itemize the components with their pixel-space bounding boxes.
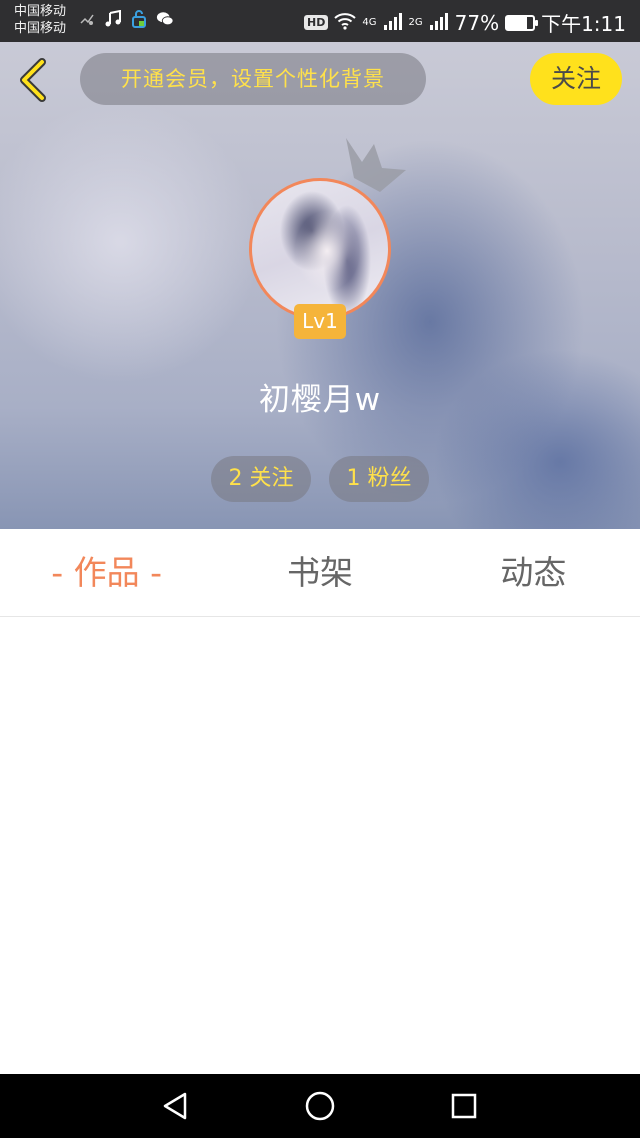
battery-percent: 77% <box>454 10 500 35</box>
carrier-label: 中国移动 <box>14 21 67 36</box>
status-bar: 中国移动 中国移动 HD 4G 2G 77% 下午1:11 <box>0 0 640 42</box>
circle-home-icon <box>305 1091 335 1121</box>
tab-activity[interactable]: 动态 <box>427 529 640 616</box>
tab-bookshelf[interactable]: 书架 <box>213 529 426 616</box>
following-count[interactable]: 2 关注 <box>211 456 311 502</box>
tab-works[interactable]: - 作品 - <box>0 529 213 616</box>
level-badge: Lv1 <box>294 304 346 339</box>
signal-icon <box>429 11 449 35</box>
triangle-back-icon <box>163 1092 187 1120</box>
battery-fill <box>507 16 528 29</box>
music-icon <box>104 10 122 28</box>
signal-off-icon <box>78 10 96 28</box>
profile-tabs: - 作品 - 书架 动态 <box>0 529 640 617</box>
app-icon <box>130 10 148 28</box>
battery-icon <box>505 14 539 31</box>
profile-header: 开通会员，设置个性化背景 关注 Lv1 初樱月w 2 关注 1 粉丝 <box>0 42 640 529</box>
avatar[interactable] <box>249 178 391 320</box>
hd-badge: HD <box>304 15 329 30</box>
vip-background-promo[interactable]: 开通会员，设置个性化背景 <box>80 53 426 105</box>
follow-button[interactable]: 关注 <box>530 53 622 105</box>
carrier-info: 中国移动 中国移动 <box>14 3 66 37</box>
wechat-icon <box>156 10 174 28</box>
network-label: 2G <box>408 17 423 28</box>
signal-icon <box>383 11 403 35</box>
wifi-icon <box>334 11 357 35</box>
system-status: HD 4G 2G 77% 下午1:11 <box>304 8 626 37</box>
clock: 下午1:11 <box>541 12 626 36</box>
username: 初樱月w <box>258 382 382 418</box>
network-label: 4G <box>362 17 377 28</box>
square-recent-icon <box>451 1093 477 1119</box>
tab-content <box>0 618 640 1074</box>
back-button[interactable] <box>14 56 54 104</box>
fans-count[interactable]: 1 粉丝 <box>329 456 429 502</box>
notification-icons <box>78 10 174 28</box>
nav-back-button[interactable] <box>154 1084 198 1128</box>
nav-recent-button[interactable] <box>442 1084 486 1128</box>
carrier-label: 中国移动 <box>14 4 67 19</box>
nav-home-button[interactable] <box>298 1084 342 1128</box>
chevron-left-icon <box>20 58 46 102</box>
system-nav-bar <box>0 1074 640 1138</box>
profile-screen: 中国移动 中国移动 HD 4G 2G 77% 下午1:11 开通会员，设置个性化… <box>0 0 640 1138</box>
